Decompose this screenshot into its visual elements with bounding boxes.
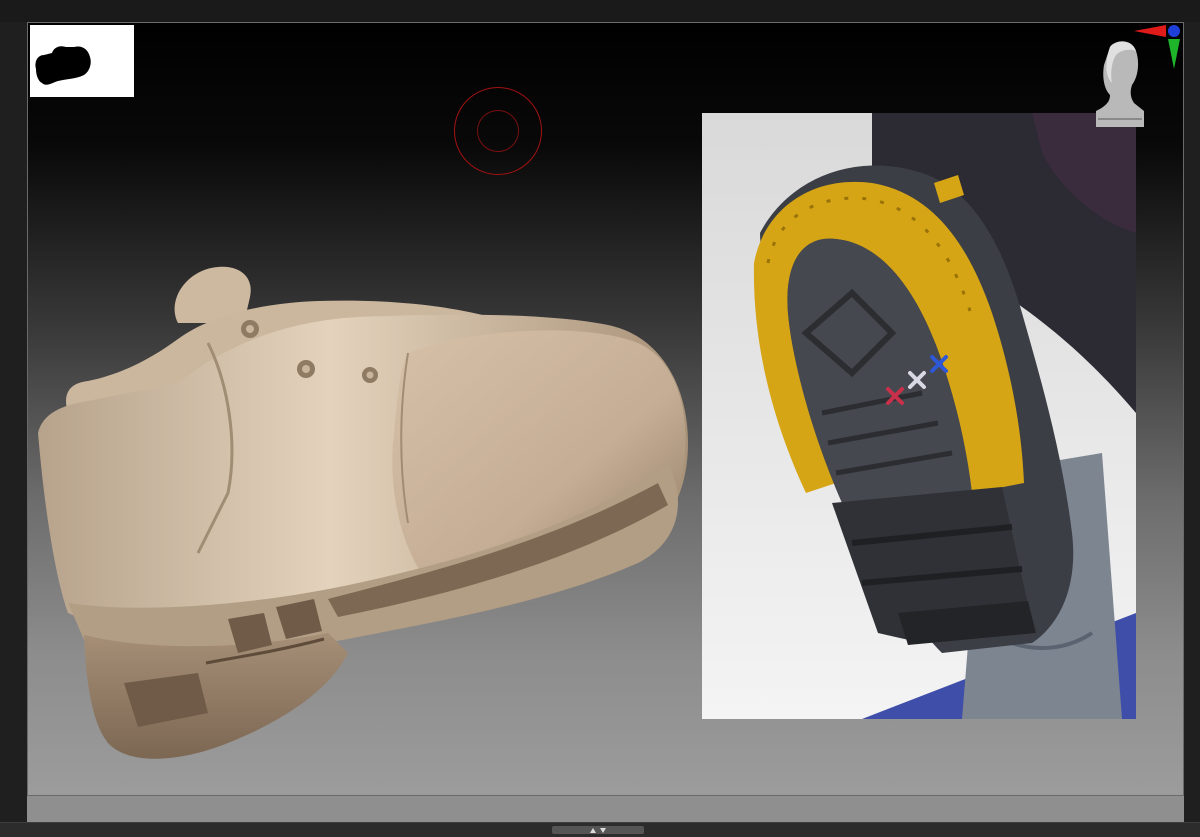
navigator-thumbnail[interactable] — [30, 25, 134, 97]
right-shelf — [1184, 22, 1200, 822]
left-shelf — [0, 22, 27, 822]
app-top-bar — [0, 0, 1200, 22]
tray-toggle-handle[interactable] — [552, 826, 644, 834]
brush-cursor-inner-ring — [477, 110, 519, 152]
bottom-tray-bar — [0, 822, 1200, 837]
boot-sole-reference-image[interactable] — [702, 113, 1136, 719]
expand-collapse-icon — [590, 828, 606, 833]
boot-silhouette-icon — [35, 46, 91, 85]
canvas-viewport[interactable] — [27, 22, 1184, 796]
clay-boot-model[interactable] — [28, 243, 698, 773]
axis-gizmo-icon[interactable] — [1132, 23, 1184, 73]
viewport-lower-margin — [27, 796, 1184, 822]
